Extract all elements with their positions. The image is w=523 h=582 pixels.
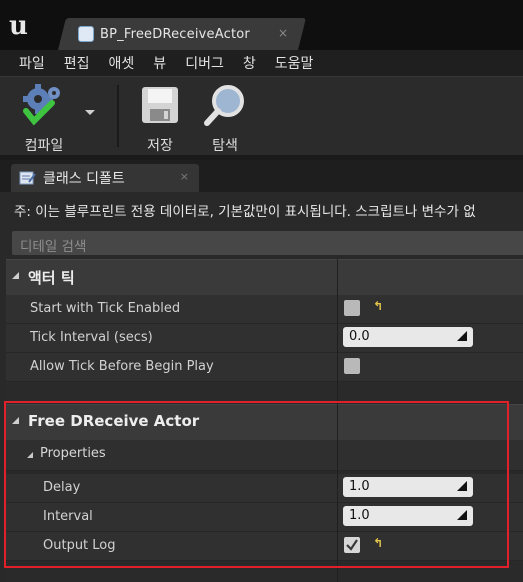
category-expanded-arrow-icon [12,417,19,424]
chevron-down-icon [85,110,95,115]
interval-field[interactable]: 1.0 [343,506,473,526]
menu-file[interactable]: 파일 [19,53,45,73]
document-tab[interactable]: BP_FreeDReceiveActor × [70,18,300,50]
menu-bar: 파일 편집 애셋 뷰 디버그 창 도움말 [0,50,523,76]
property-row-interval: Interval 1.0 [6,503,523,532]
checkmark-icon [346,539,358,551]
property-label: Tick Interval (secs) [30,330,153,345]
class-defaults-icon [19,171,36,185]
reset-arrow-icon[interactable]: ↰ [373,299,383,313]
subcategory-expanded-arrow-icon [27,452,33,458]
details-search-placeholder: 디테일 검색 [20,239,87,255]
save-floppy-icon [142,87,178,123]
property-label: Output Log [43,538,116,553]
property-row-output-log: Output Log ↰ [6,532,523,561]
class-defaults-tab[interactable]: 클래스 디폴트 × [11,164,199,192]
drag-handle-icon[interactable] [457,331,467,341]
browse-label: 탐색 [212,138,238,154]
save-button[interactable]: 저장 [136,81,184,155]
property-label: Interval [43,509,93,524]
interval-value: 1.0 [349,508,370,523]
property-label: Allow Tick Before Begin Play [30,359,214,374]
compile-button[interactable]: 컴파일 [14,81,74,155]
tick-interval-value: 0.0 [349,329,370,344]
property-row-start-with-tick-enabled: Start with Tick Enabled ↰ [6,295,523,324]
start-with-tick-enabled-checkbox[interactable] [344,300,360,316]
title-bar: u BP_FreeDReceiveActor × [0,0,523,50]
reset-arrow-icon[interactable]: ↰ [373,536,383,550]
drag-handle-icon[interactable] [457,481,467,491]
compile-options-dropdown[interactable] [82,105,98,121]
save-label: 저장 [147,138,173,154]
category-actor-tick-title: 액터 틱 [28,269,75,287]
blueprint-data-note: 주: 이는 블루프린트 전용 데이터로, 기본값만이 표시됩니다. 스크립트나 … [14,204,476,220]
output-log-checkbox[interactable] [344,537,360,553]
property-row-allow-tick-before-begin-play: Allow Tick Before Begin Play [6,353,523,382]
unreal-logo-icon: u [9,11,28,41]
delay-field[interactable]: 1.0 [343,477,473,497]
compile-gears-check-icon [23,84,60,126]
menu-debug[interactable]: 디버그 [185,53,224,73]
subcategory-properties[interactable]: Properties [6,440,523,471]
close-panel-tab-icon[interactable]: × [180,170,189,183]
close-tab-icon[interactable]: × [278,26,288,40]
details-search-input[interactable]: 디테일 검색 [12,231,523,255]
property-row-delay: Delay 1.0 [6,474,523,503]
column-splitter[interactable] [337,259,338,582]
class-defaults-tab-label: 클래스 디폴트 [43,171,125,187]
property-label: Start with Tick Enabled [30,301,181,316]
category-free-dreceive-actor[interactable]: Free DReceive Actor [6,404,523,440]
category-actor-tick[interactable]: 액터 틱 [6,259,523,295]
category-spacer [6,382,523,402]
menu-edit[interactable]: 편집 [64,53,90,73]
property-label: Delay [43,480,81,495]
magnifier-icon [204,85,244,126]
menu-window[interactable]: 창 [243,53,256,73]
drag-handle-icon[interactable] [457,510,467,520]
property-row-tick-interval: Tick Interval (secs) 0.0 [6,324,523,353]
category-free-dreceive-actor-title: Free DReceive Actor [28,412,200,430]
subcategory-properties-title: Properties [40,446,106,461]
svg-text:u: u [9,11,28,41]
toolbar-separator [117,85,119,147]
details-tab-bar: 클래스 디폴트 × [0,160,523,192]
allow-tick-before-begin-play-checkbox[interactable] [344,358,360,374]
delay-value: 1.0 [349,479,370,494]
menu-view[interactable]: 뷰 [153,53,166,73]
document-tab-title: BP_FreeDReceiveActor [100,26,250,42]
compile-label: 컴파일 [24,138,64,154]
tick-interval-field[interactable]: 0.0 [343,327,473,347]
toolbar: 컴파일 저장 탐색 [0,76,523,155]
blueprint-icon [78,26,94,42]
browse-button[interactable]: 탐색 [200,81,250,155]
menu-help[interactable]: 도움말 [275,53,314,73]
menu-asset[interactable]: 애셋 [109,53,135,73]
panel-footer-space [6,561,523,582]
category-expanded-arrow-icon [12,272,19,279]
